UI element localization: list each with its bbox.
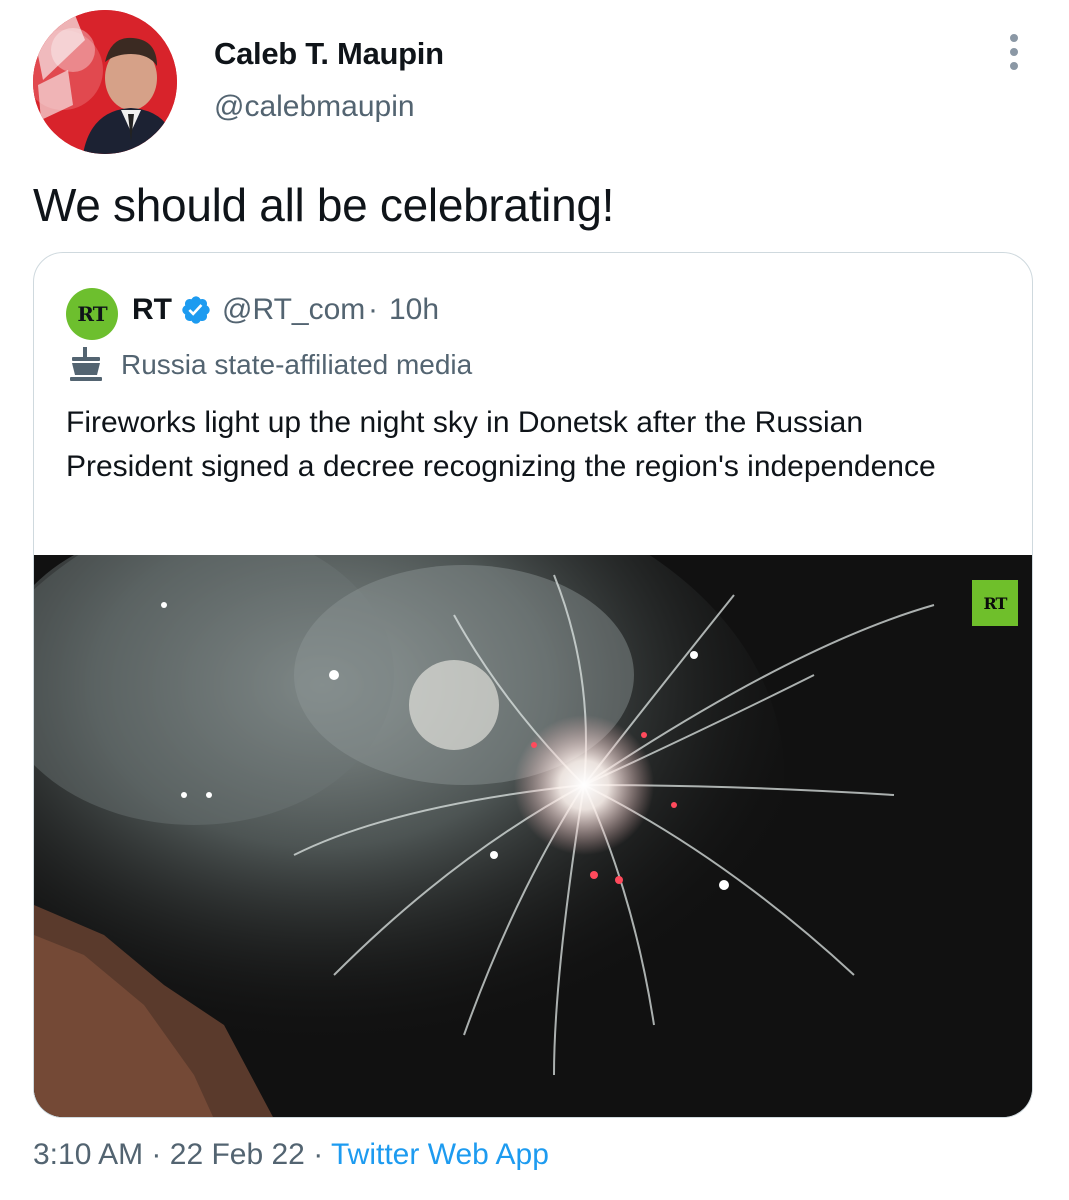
rt-watermark-logo: RT	[972, 580, 1018, 626]
footer-separator: ·	[313, 1138, 324, 1171]
quoted-tweet-text: Fireworks light up the night sky in Done…	[66, 406, 936, 483]
verified-badge-icon	[182, 296, 210, 324]
quoted-author-avatar[interactable]: RT	[66, 288, 118, 340]
tweet: Caleb T. Maupin @calebmaupin We should a…	[0, 0, 1069, 1200]
fireworks-video-frame	[34, 555, 1032, 1117]
quoted-author-name[interactable]: RT	[132, 293, 172, 327]
quoted-author-handle[interactable]: @RT_com	[222, 293, 365, 327]
quoted-tweet-card[interactable]: RT RT @RT_com · 10h Russia state-affilia…	[33, 252, 1033, 1118]
rt-watermark-text: RT	[983, 593, 1008, 613]
more-options-icon-dot	[1010, 62, 1018, 70]
more-options-icon	[1010, 34, 1018, 42]
state-media-label[interactable]: Russia state-affiliated media	[121, 349, 472, 381]
footer-separator: ·	[151, 1138, 162, 1171]
author-avatar-image	[33, 10, 177, 154]
quoted-separator: ·	[368, 293, 378, 326]
tweet-date[interactable]: 22 Feb 22	[170, 1138, 305, 1171]
quoted-timestamp[interactable]: 10h	[389, 293, 439, 327]
author-name[interactable]: Caleb T. Maupin	[214, 36, 444, 72]
tweet-text: We should all be celebrating!	[33, 179, 615, 231]
tweet-footer: 3:10 AM · 22 Feb 22 · Twitter Web App	[33, 1138, 549, 1172]
author-avatar[interactable]	[33, 10, 177, 154]
tweet-source-link[interactable]: Twitter Web App	[331, 1138, 549, 1171]
more-options-icon-dot	[1010, 48, 1018, 56]
quoted-author-avatar-text: RT	[77, 302, 107, 326]
more-options-button[interactable]	[996, 28, 1032, 76]
quoted-tweet-video[interactable]: RT	[34, 555, 1032, 1117]
author-handle[interactable]: @calebmaupin	[214, 90, 415, 124]
state-media-label-icon	[70, 347, 102, 381]
tweet-time[interactable]: 3:10 AM	[33, 1138, 143, 1171]
